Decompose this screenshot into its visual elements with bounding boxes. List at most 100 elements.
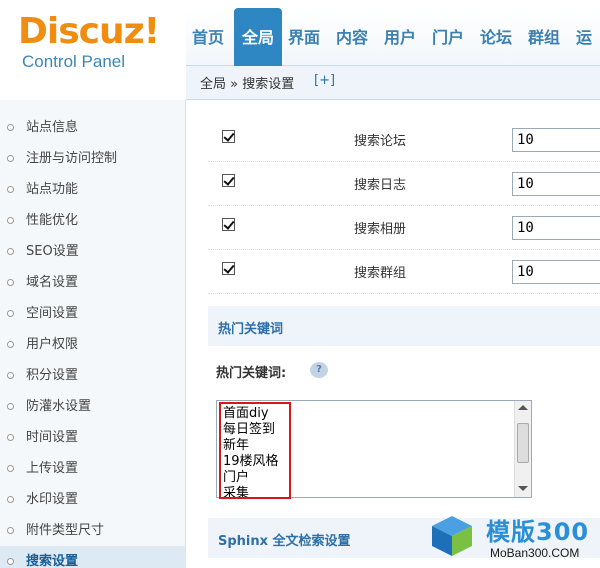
search-row-label: 搜索日志: [354, 178, 407, 193]
search-row-label: 搜索群组: [354, 266, 407, 281]
logo-brand: Discuz!: [18, 11, 160, 52]
bullet-icon: [7, 403, 14, 410]
sidebar-item-time[interactable]: 时间设置: [0, 422, 186, 453]
watermark-url: MoBan300.COM: [490, 546, 580, 560]
bullet-icon: [7, 124, 14, 131]
hot-keywords-textarea[interactable]: 首面diy 每日签到 新年 19楼风格 门户 采集: [216, 400, 532, 499]
watermark-title: 模版300: [486, 518, 590, 546]
textarea-scrollbar[interactable]: [514, 401, 531, 497]
nav-interface[interactable]: 界面: [288, 8, 330, 66]
bullet-icon: [7, 310, 14, 317]
section-title: 热门关键词: [218, 322, 284, 337]
keyword-line: 首面diy: [223, 406, 269, 421]
breadcrumb-bar: 全局 » 搜索设置 [+]: [186, 66, 600, 100]
add-shortcut-link[interactable]: [+]: [314, 73, 335, 88]
sidebar-item-registration[interactable]: 注册与访问控制: [0, 143, 186, 174]
search-row-forum: 搜索论坛 10: [208, 118, 600, 162]
nav-operations[interactable]: 运: [576, 8, 600, 66]
discuz-logo[interactable]: Discuz! Control Panel: [14, 10, 184, 71]
sidebar-item-site-info[interactable]: 站点信息: [0, 112, 186, 143]
sidebar-item-label: 用户权限: [26, 337, 79, 352]
sidebar-item-label: 时间设置: [26, 430, 79, 445]
keyword-line: 采集: [223, 486, 250, 499]
hot-keywords-highlight: 首面diy 每日签到 新年 19楼风格 门户 采集: [219, 402, 291, 499]
bullet-icon: [7, 372, 14, 379]
sidebar-item-anti-spam[interactable]: 防灌水设置: [0, 391, 186, 422]
sidebar-item-label: 水印设置: [26, 492, 79, 507]
keyword-line: 19楼风格: [223, 454, 279, 469]
hot-keywords-label: 热门关键词:: [216, 366, 287, 381]
sidebar-item-credits[interactable]: 积分设置: [0, 360, 186, 391]
sidebar-item-label: 站点信息: [26, 120, 79, 135]
sidebar-item-label: 附件类型尺寸: [26, 523, 105, 538]
search-row-label: 搜索相册: [354, 222, 407, 237]
hot-keywords-section-header: 热门关键词: [208, 306, 600, 346]
sidebar-item-label: 站点功能: [26, 182, 79, 197]
search-row-label: 搜索论坛: [354, 134, 407, 149]
bullet-icon: [7, 279, 14, 286]
sidebar-item-label: 空间设置: [26, 306, 79, 321]
sidebar-item-label: SEO设置: [26, 244, 79, 259]
watermark: 模版300 MoBan300.COM: [424, 508, 600, 568]
header: Discuz! Control Panel 首页 全局 界面 内容 用户 门户 …: [0, 0, 600, 71]
main-content: 搜索论坛 10 搜索日志 10 搜索相册 10 搜索群组 10 热门关键词 热门…: [186, 100, 600, 568]
search-row-album: 搜索相册 10: [208, 206, 600, 250]
sidebar-item-performance[interactable]: 性能优化: [0, 205, 186, 236]
sidebar-item-label: 注册与访问控制: [26, 151, 118, 166]
search-album-count-input[interactable]: 10: [512, 216, 600, 240]
nav-forum[interactable]: 论坛: [480, 8, 522, 66]
search-forum-count-input[interactable]: 10: [512, 128, 600, 152]
cube-logo-icon: [432, 516, 472, 556]
nav-global[interactable]: 全局: [234, 8, 282, 66]
sidebar-item-label: 积分设置: [26, 368, 79, 383]
search-row-blog: 搜索日志 10: [208, 162, 600, 206]
bullet-icon: [7, 496, 14, 503]
sidebar-item-label: 性能优化: [26, 213, 79, 228]
logo-subtitle: Control Panel: [22, 52, 126, 71]
nav-home[interactable]: 首页: [192, 8, 234, 66]
scroll-thumb[interactable]: [517, 423, 529, 463]
breadcrumb: 全局 » 搜索设置: [200, 77, 295, 92]
bullet-icon: [7, 248, 14, 255]
sidebar-item-seo[interactable]: SEO设置: [0, 236, 186, 267]
sidebar-item-label: 上传设置: [26, 461, 79, 476]
keyword-line: 每日签到: [223, 422, 276, 437]
search-group-count-input[interactable]: 10: [512, 260, 600, 284]
scroll-down-arrow-icon[interactable]: [518, 486, 528, 491]
sidebar-item-space[interactable]: 空间设置: [0, 298, 186, 329]
bullet-icon: [7, 186, 14, 193]
sidebar-item-permissions[interactable]: 用户权限: [0, 329, 186, 360]
search-album-checkbox[interactable]: [222, 218, 235, 231]
search-blog-count-input[interactable]: 10: [512, 172, 600, 196]
bullet-icon: [7, 465, 14, 472]
sidebar-item-search[interactable]: 搜索设置: [0, 546, 186, 568]
sidebar-item-attachment-types[interactable]: 附件类型尺寸: [0, 515, 186, 546]
nav-content[interactable]: 内容: [336, 8, 378, 66]
sidebar-item-label: 域名设置: [26, 275, 79, 290]
search-row-group: 搜索群组 10: [208, 250, 600, 294]
top-nav: 首页 全局 界面 内容 用户 门户 论坛 群组 运: [186, 8, 600, 66]
bullet-icon: [7, 527, 14, 534]
sidebar-item-domain[interactable]: 域名设置: [0, 267, 186, 298]
scroll-up-arrow-icon[interactable]: [518, 405, 528, 410]
sidebar-item-label: 搜索设置: [26, 554, 79, 568]
bullet-icon: [7, 434, 14, 441]
search-forum-checkbox[interactable]: [222, 130, 235, 143]
keyword-line: 新年: [223, 438, 250, 453]
sidebar-item-site-features[interactable]: 站点功能: [0, 174, 186, 205]
help-bubble-icon[interactable]: ?: [310, 362, 328, 378]
search-group-checkbox[interactable]: [222, 262, 235, 275]
sidebar: 站点信息 注册与访问控制 站点功能 性能优化 SEO设置 域名设置 空间设置 用…: [0, 100, 186, 568]
sidebar-item-upload[interactable]: 上传设置: [0, 453, 186, 484]
sidebar-item-label: 防灌水设置: [26, 399, 92, 414]
bullet-icon: [7, 155, 14, 162]
nav-groups[interactable]: 群组: [528, 8, 570, 66]
search-blog-checkbox[interactable]: [222, 174, 235, 187]
keyword-line: 门户: [223, 470, 250, 485]
nav-portal[interactable]: 门户: [432, 8, 474, 66]
nav-users[interactable]: 用户: [384, 8, 426, 66]
bullet-icon: [7, 217, 14, 224]
section-title: Sphinx 全文检索设置: [218, 534, 351, 549]
bullet-icon: [7, 341, 14, 348]
sidebar-item-watermark[interactable]: 水印设置: [0, 484, 186, 515]
